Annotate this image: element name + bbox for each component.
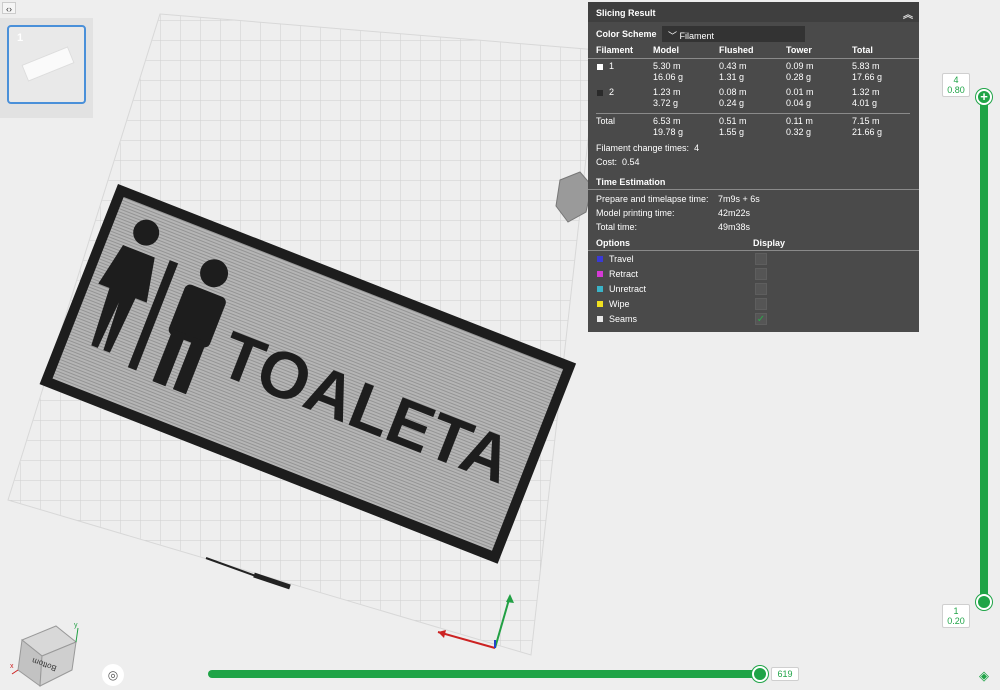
- header-model: Model: [653, 45, 679, 55]
- cell: 0.28 g: [786, 72, 812, 82]
- collapse-panel-icon[interactable]: ︽: [903, 6, 913, 21]
- filament-1-swatch: [597, 64, 603, 70]
- travel-display-checkbox[interactable]: [755, 253, 767, 265]
- header-total: Total: [852, 45, 873, 55]
- time-estimation-title: Time Estimation: [596, 177, 666, 187]
- cell: 19.78 g: [653, 127, 684, 137]
- filament-2-label: 2: [609, 87, 615, 97]
- cell: 5.30 m: [653, 61, 681, 71]
- cell: 21.66 g: [852, 127, 883, 137]
- x-axis-arrow: [438, 630, 446, 638]
- seams-display-checkbox[interactable]: ✓: [755, 313, 767, 325]
- cell: 17.66 g: [852, 72, 883, 82]
- color-scheme-label: Color Scheme: [596, 29, 657, 39]
- cell: 1.23 m: [653, 87, 681, 97]
- slicing-result-title: Slicing Result: [596, 8, 656, 18]
- travel-swatch: [597, 256, 603, 262]
- cell: 0.24 g: [719, 98, 745, 108]
- wipe-display-checkbox[interactable]: [755, 298, 767, 310]
- move-slider-track[interactable]: [208, 670, 762, 678]
- filament-change-row: Filament change times: 4: [596, 143, 699, 153]
- move-slider-handle[interactable]: [752, 666, 768, 682]
- prepare-time-value: 7m9s + 6s: [718, 194, 760, 204]
- travel-label: Travel: [609, 254, 634, 264]
- retract-display-checkbox[interactable]: [755, 268, 767, 280]
- color-scheme-dropdown[interactable]: ﹀ Filament: [662, 26, 805, 42]
- cell: 0.51 m: [719, 116, 747, 126]
- prepare-time-label: Prepare and timelapse time:: [596, 194, 709, 204]
- total-time-value: 49m38s: [718, 222, 751, 232]
- layer-slider-track[interactable]: [980, 97, 988, 603]
- cell: 0.01 m: [786, 87, 814, 97]
- wipe-label: Wipe: [609, 299, 630, 309]
- cost-label: Cost:: [596, 157, 618, 167]
- filament-change-value: 4: [694, 143, 700, 153]
- cell: 7.15 m: [852, 116, 880, 126]
- cube-x-label: x: [10, 663, 14, 670]
- unretract-display-checkbox[interactable]: [755, 283, 767, 295]
- cell: 0.04 g: [786, 98, 812, 108]
- divider: [588, 58, 919, 59]
- cell: 5.83 m: [852, 61, 880, 71]
- printing-time-label: Model printing time:: [596, 208, 675, 218]
- unretract-swatch: [597, 286, 603, 292]
- retract-swatch: [597, 271, 603, 277]
- divider: [588, 189, 919, 190]
- cell: 4.01 g: [852, 98, 878, 108]
- slicing-result-panel: Slicing Result ︽ Color Scheme ﹀ Filament…: [588, 2, 919, 332]
- wipe-swatch: [597, 301, 603, 307]
- layer-slider-bottom-handle[interactable]: [976, 594, 992, 610]
- cell: 1.32 m: [852, 87, 880, 97]
- retract-label: Retract: [609, 269, 639, 279]
- cell: 1.31 g: [719, 72, 745, 82]
- cell: 0.32 g: [786, 127, 812, 137]
- header-filament: Filament: [596, 45, 634, 55]
- header-tower: Tower: [786, 45, 812, 55]
- unretract-label: Unretract: [609, 284, 647, 294]
- filament-change-label: Filament change times:: [596, 143, 690, 153]
- total-time-label: Total time:: [596, 222, 638, 232]
- divider: [596, 113, 910, 114]
- total-row-label: Total: [596, 116, 616, 126]
- filament-1-label: 1: [609, 61, 615, 71]
- checkmark-icon: ✓: [756, 314, 766, 325]
- header-flushed: Flushed: [719, 45, 754, 55]
- cost-value: 0.54: [622, 157, 640, 167]
- cell: 1.55 g: [719, 127, 745, 137]
- divider: [588, 250, 919, 251]
- cell: 0.09 m: [786, 61, 814, 71]
- layers-icon[interactable]: ◈: [976, 668, 992, 684]
- filament-2-swatch: [597, 90, 603, 96]
- bottom-layer-number: 1: [953, 606, 959, 616]
- top-layer-height: 0.80: [947, 85, 965, 95]
- view-camera-icon[interactable]: ◎: [102, 664, 124, 686]
- layer-slider-top-handle[interactable]: +: [976, 89, 992, 105]
- slicing-result-header: Slicing Result ︽: [588, 2, 919, 22]
- display-header: Display: [753, 238, 786, 248]
- cell: 16.06 g: [653, 72, 684, 82]
- cell: 0.43 m: [719, 61, 747, 71]
- seams-label: Seams: [609, 314, 638, 324]
- seams-swatch: [597, 316, 603, 322]
- cube-y-label: y: [74, 622, 78, 629]
- layer-slider-top-label: 4 0.80: [942, 73, 970, 97]
- chevron-down-icon: ﹀: [668, 31, 680, 41]
- cell: 3.72 g: [653, 98, 679, 108]
- color-scheme-value: Filament: [679, 31, 715, 41]
- cube-y-axis: [75, 627, 79, 643]
- cube-x-axis: [11, 669, 19, 675]
- cell: 0.08 m: [719, 87, 747, 97]
- cost-row: Cost: 0.54: [596, 157, 640, 167]
- top-layer-number: 4: [953, 75, 959, 85]
- printing-time-value: 42m22s: [718, 208, 751, 218]
- plus-icon: +: [980, 89, 988, 104]
- layer-slider-bottom-label: 1 0.20: [942, 604, 970, 628]
- cell: 6.53 m: [653, 116, 681, 126]
- move-slider-value: 619: [771, 667, 799, 681]
- cell: 0.11 m: [786, 116, 813, 126]
- axis-cube[interactable]: Bottom x y: [10, 622, 80, 688]
- bottom-layer-height: 0.20: [947, 616, 965, 626]
- options-header: Options: [596, 238, 630, 248]
